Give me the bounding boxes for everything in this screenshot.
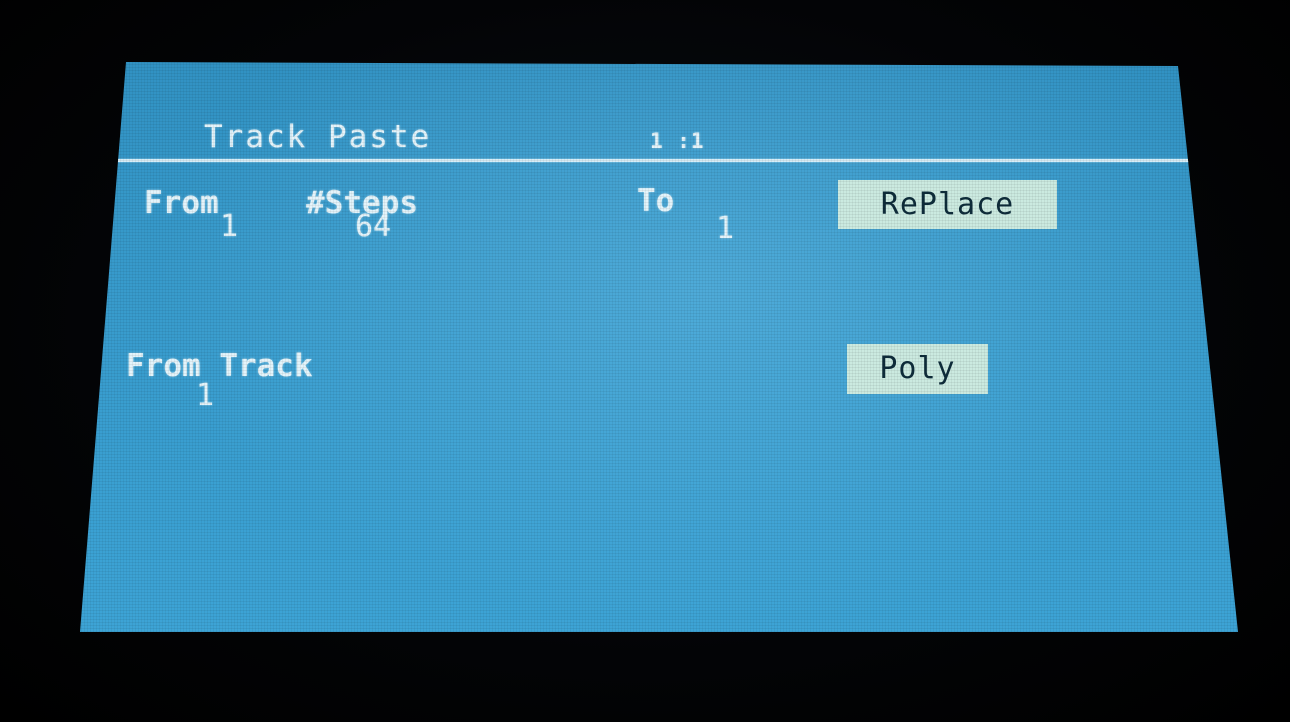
from-label: From (144, 185, 219, 221)
device-photo: Track Paste 1 :1 From 1 #Steps 64 To 1 R… (0, 0, 1290, 722)
page-title: Track Paste (204, 119, 432, 155)
steps-value[interactable]: 64 (355, 212, 391, 242)
from-track-label: From Track (126, 348, 313, 384)
poly-button[interactable]: Poly (847, 344, 988, 394)
lcd-screen: Track Paste 1 :1 From 1 #Steps 64 To 1 R… (80, 62, 1238, 632)
from-value[interactable]: 1 (220, 212, 238, 242)
to-label: To (637, 183, 675, 219)
replace-mode-button[interactable]: RePlace (838, 180, 1057, 229)
page-indicator: 1 :1 (650, 129, 705, 153)
header-divider (117, 159, 1192, 162)
to-value[interactable]: 1 (716, 214, 734, 244)
from-track-value[interactable]: 1 (196, 381, 214, 411)
